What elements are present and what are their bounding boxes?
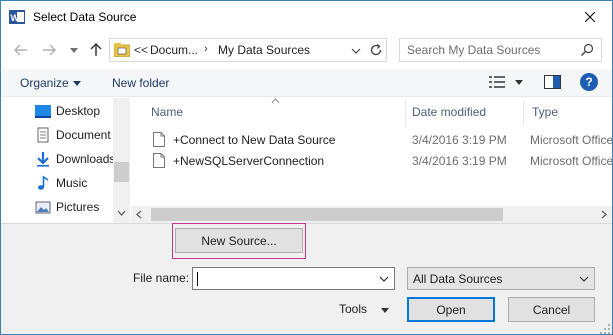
cancel-button[interactable]: Cancel: [508, 297, 595, 322]
file-type: Microsoft Office: [530, 154, 612, 168]
file-name: +Connect to New Data Source: [173, 133, 336, 147]
back-button[interactable]: [11, 40, 31, 60]
column-divider[interactable]: [405, 101, 406, 125]
address-segment-parent[interactable]: Docum...: [150, 43, 198, 57]
scroll-left-icon[interactable]: [136, 210, 142, 219]
file-date: 3/4/2016 3:19 PM: [412, 133, 507, 147]
up-arrow-icon: [90, 43, 102, 56]
view-options-icon[interactable]: [489, 75, 505, 89]
file-type-filter-value: All Data Sources: [413, 272, 503, 286]
address-bar[interactable]: << Docum... › My Data Sources: [109, 38, 387, 62]
tools-menu[interactable]: Tools: [339, 302, 367, 316]
back-arrow-icon: [14, 44, 27, 56]
desktop-icon: [35, 105, 51, 118]
forward-button[interactable]: [39, 40, 59, 60]
file-list-horizontal-scrollbar[interactable]: [131, 206, 612, 223]
text-cursor: [197, 272, 198, 286]
documents-icon: [37, 127, 49, 143]
folder-icon: [114, 43, 130, 57]
sidebar-item-label: Desktop: [56, 104, 101, 118]
sidebar-item-label: Downloads: [56, 152, 116, 166]
preview-pane-icon[interactable]: [544, 75, 561, 89]
chevron-down-icon[interactable]: [73, 81, 81, 86]
pictures-icon: [35, 201, 51, 214]
sidebar-item-label: Pictures: [56, 200, 100, 214]
help-button[interactable]: ?: [580, 73, 598, 91]
file-name: +NewSQLServerConnection: [173, 154, 325, 168]
file-type-filter[interactable]: All Data Sources: [407, 267, 595, 290]
file-name-label: File name:: [133, 271, 190, 285]
search-box[interactable]: Search My Data Sources: [399, 38, 602, 62]
navigation-pane-scrollbar[interactable]: [113, 98, 130, 223]
address-overflow[interactable]: <<: [134, 43, 148, 57]
sidebar-item-label: Document: [56, 128, 111, 142]
downloads-icon: [37, 152, 49, 167]
chevron-down-icon[interactable]: [579, 276, 589, 282]
recent-locations-button[interactable]: [64, 40, 84, 60]
column-header-name[interactable]: Name: [151, 105, 183, 119]
chevron-down-icon[interactable]: [515, 80, 523, 85]
command-toolbar: Organize New folder ?: [1, 69, 612, 97]
forward-arrow-icon: [43, 44, 56, 56]
file-list: Name Date modified Type +Connect to New …: [131, 98, 612, 223]
dialog-window: W Select Data Source << Docum... › My Da…: [0, 0, 613, 335]
open-button[interactable]: Open: [407, 297, 495, 322]
chevron-down-icon[interactable]: [379, 276, 389, 282]
navigation-pane: Desktop Document Downloads Music Picture…: [1, 98, 130, 223]
window-title: Select Data Source: [33, 10, 137, 24]
file-name-field[interactable]: [192, 267, 395, 290]
scrollbar-thumb[interactable]: [114, 162, 129, 182]
new-folder-button[interactable]: New folder: [112, 76, 169, 90]
data-source-file-icon: [153, 153, 165, 168]
address-segment-current[interactable]: My Data Sources: [218, 43, 310, 57]
address-separator[interactable]: ›: [204, 43, 208, 55]
address-dropdown-icon[interactable]: [350, 45, 362, 57]
scrollbar-thumb[interactable]: [151, 208, 503, 221]
sidebar-item-label: Music: [56, 176, 88, 190]
close-button[interactable]: [567, 1, 612, 33]
refresh-icon[interactable]: [368, 42, 384, 58]
file-type: Microsoft Office: [530, 133, 612, 147]
column-header-type[interactable]: Type: [532, 105, 558, 119]
close-icon: [584, 12, 595, 22]
new-source-button[interactable]: New Source...: [175, 228, 303, 253]
file-row[interactable]: +Connect to New Data Source 3/4/2016 3:1…: [131, 130, 612, 150]
word-app-icon: W: [9, 10, 25, 24]
chevron-down-icon: [70, 47, 78, 53]
resize-grip-icon[interactable]: [599, 323, 611, 335]
chevron-down-icon[interactable]: [381, 308, 389, 313]
up-button[interactable]: [86, 40, 106, 60]
file-row[interactable]: +NewSQLServerConnection 3/4/2016 3:19 PM…: [131, 151, 612, 171]
svg-text:W: W: [11, 13, 20, 23]
column-divider[interactable]: [523, 101, 524, 125]
column-header-date-modified[interactable]: Date modified: [412, 105, 486, 119]
data-source-file-icon: [153, 132, 165, 147]
scroll-down-icon[interactable]: [117, 210, 126, 216]
sort-ascending-icon: [271, 98, 280, 103]
search-input[interactable]: Search My Data Sources: [407, 43, 540, 57]
organize-menu[interactable]: Organize: [20, 76, 69, 90]
title-bar: W Select Data Source: [1, 1, 612, 33]
search-icon: [581, 43, 594, 56]
music-icon: [38, 175, 49, 190]
file-date: 3/4/2016 3:19 PM: [412, 154, 507, 168]
scroll-right-icon[interactable]: [601, 210, 607, 219]
